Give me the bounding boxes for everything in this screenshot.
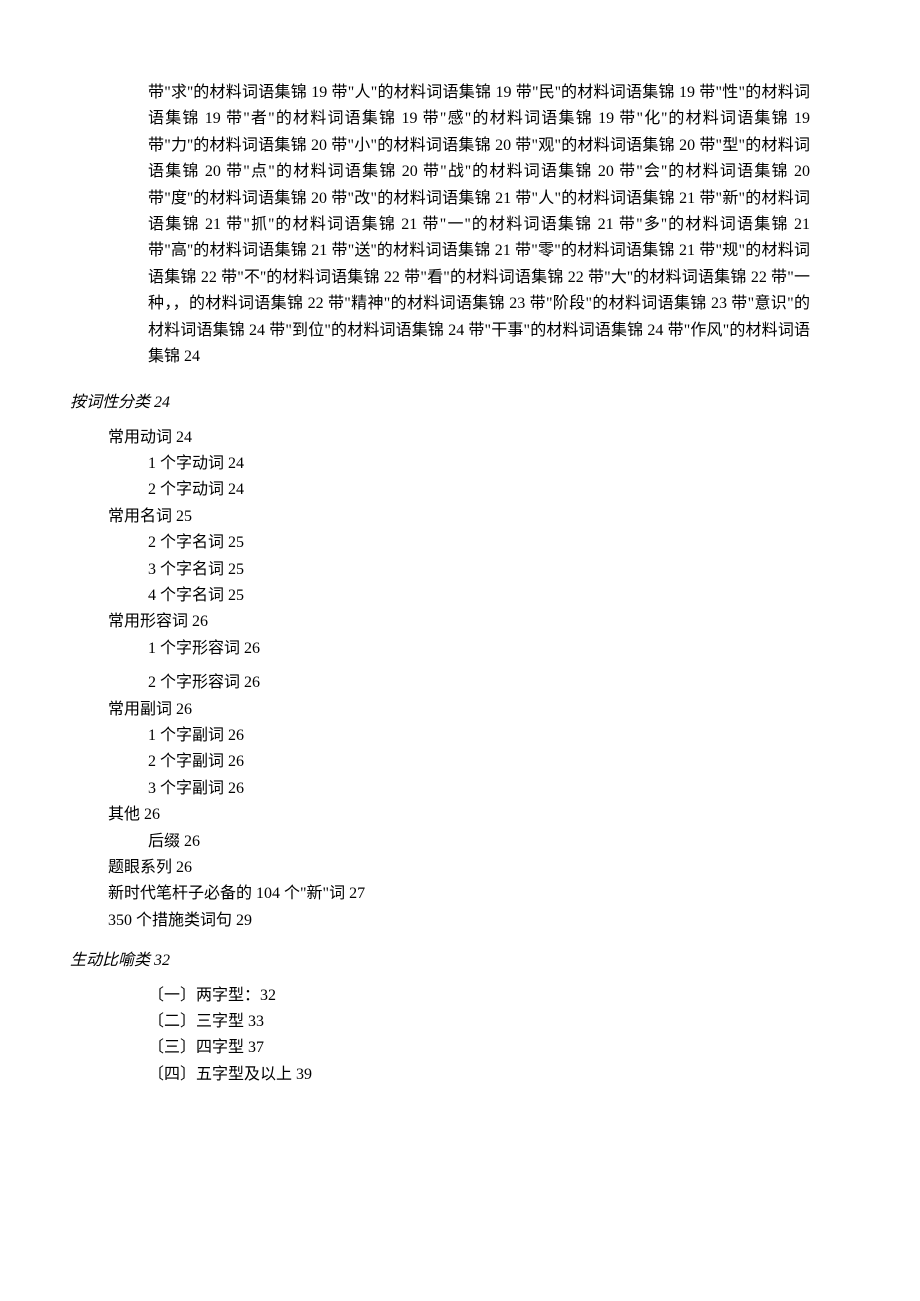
toc-item: 题眼系列 26: [108, 855, 850, 881]
toc-subitem: 〔四〕五字型及以上 39: [148, 1062, 850, 1088]
toc-subitem: 2 个字名词 25: [148, 530, 850, 556]
section-heading-metaphor: 生动比喻类 32: [70, 948, 850, 974]
toc-subitem: 2 个字动词 24: [148, 477, 850, 503]
toc-subitem: 〔三〕四字型 37: [148, 1035, 850, 1061]
toc-item: 新时代笔杆子必备的 104 个"新"词 27: [108, 881, 850, 907]
intro-paragraph: 带"求''的材料词语集锦 19 带"人"的材料词语集锦 19 带"民''的材料词…: [148, 80, 810, 370]
toc-item: 常用名词 25: [108, 504, 850, 530]
toc-subitem: 1 个字形容词 26: [148, 636, 850, 662]
toc-item: 其他 26: [108, 802, 850, 828]
toc-subitem: 后缀 26: [148, 829, 850, 855]
toc-subitem: 3 个字名词 25: [148, 557, 850, 583]
toc-item: 350 个措施类词句 29: [108, 908, 850, 934]
toc-subitem: 〔一〕两字型：32: [148, 983, 850, 1009]
toc-subitem: 1 个字动词 24: [148, 451, 850, 477]
toc-item: 常用形容词 26: [108, 609, 850, 635]
section-heading-pos: 按词性分类 24: [70, 390, 850, 416]
toc-item: 常用动词 24: [108, 425, 850, 451]
toc-item: 常用副词 26: [108, 697, 850, 723]
toc-subitem: 3 个字副词 26: [148, 776, 850, 802]
toc-subitem: 2 个字形容词 26: [148, 670, 850, 696]
toc-subitem: 〔二〕三字型 33: [148, 1009, 850, 1035]
document-page: 带"求''的材料词语集锦 19 带"人"的材料词语集锦 19 带"民''的材料词…: [0, 0, 920, 1118]
toc-subitem: 4 个字名词 25: [148, 583, 850, 609]
toc-subitem: 2 个字副词 26: [148, 749, 850, 775]
toc-subitem: 1 个字副词 26: [148, 723, 850, 749]
